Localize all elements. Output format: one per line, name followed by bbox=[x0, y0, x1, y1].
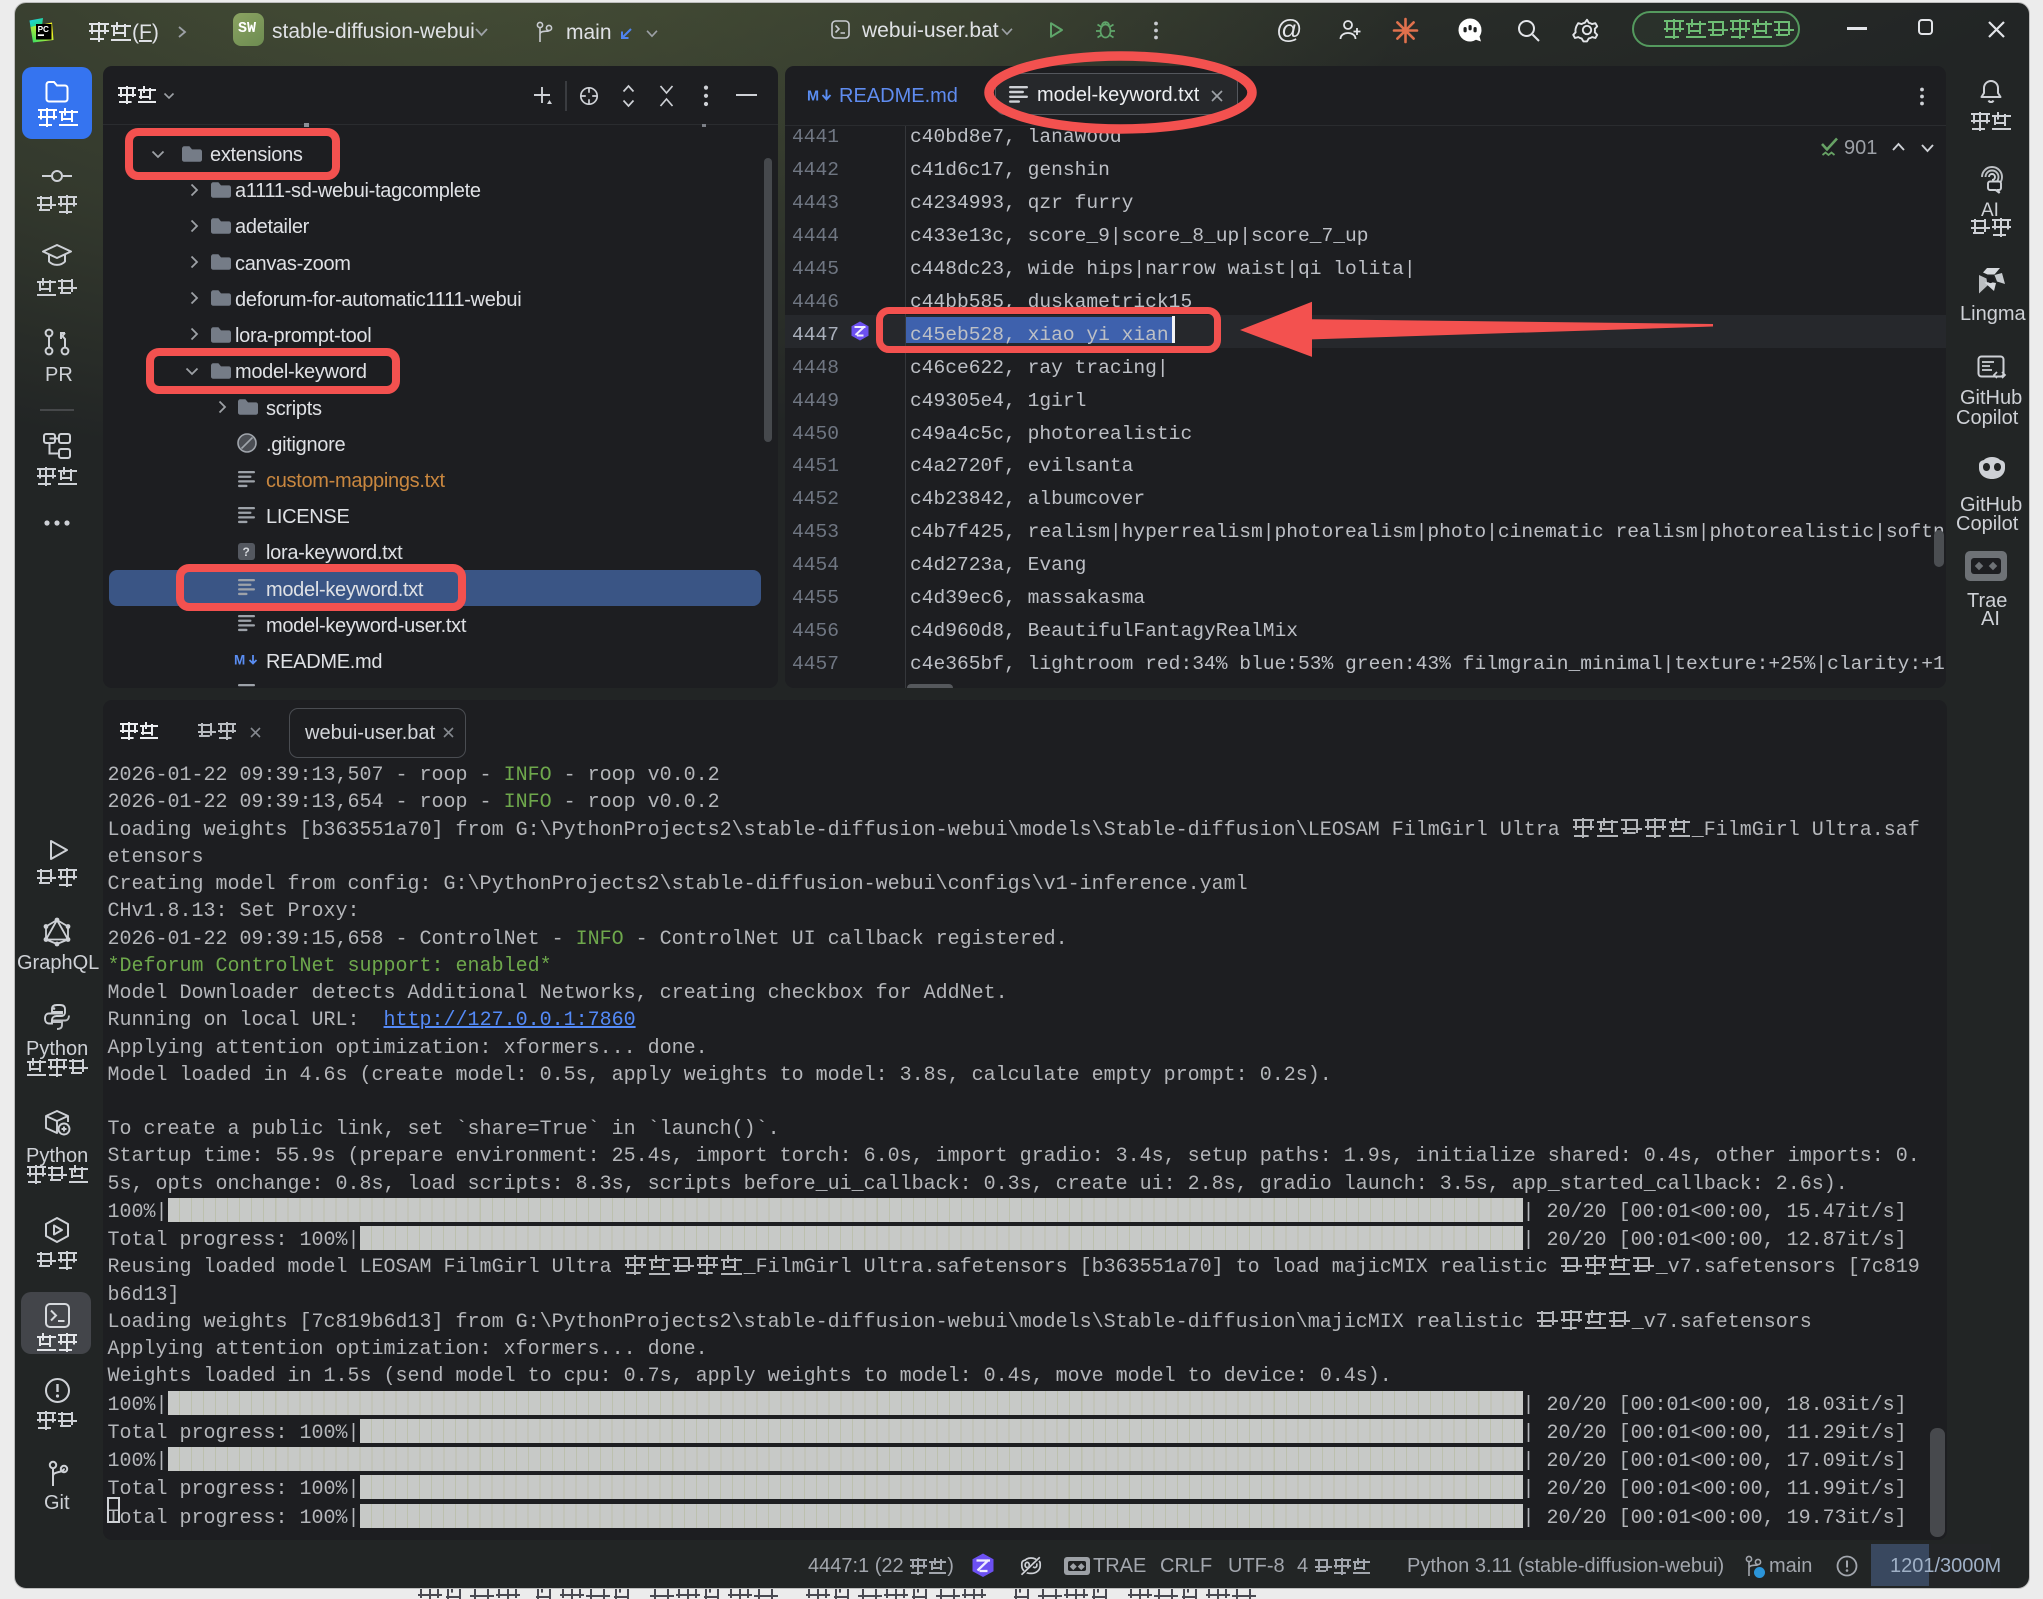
svg-text:@: @ bbox=[1276, 14, 1302, 44]
svg-text:M: M bbox=[807, 89, 819, 105]
svg-text:M: M bbox=[234, 653, 245, 668]
svg-text:PC: PC bbox=[38, 25, 49, 34]
svg-text:?: ? bbox=[243, 545, 250, 559]
